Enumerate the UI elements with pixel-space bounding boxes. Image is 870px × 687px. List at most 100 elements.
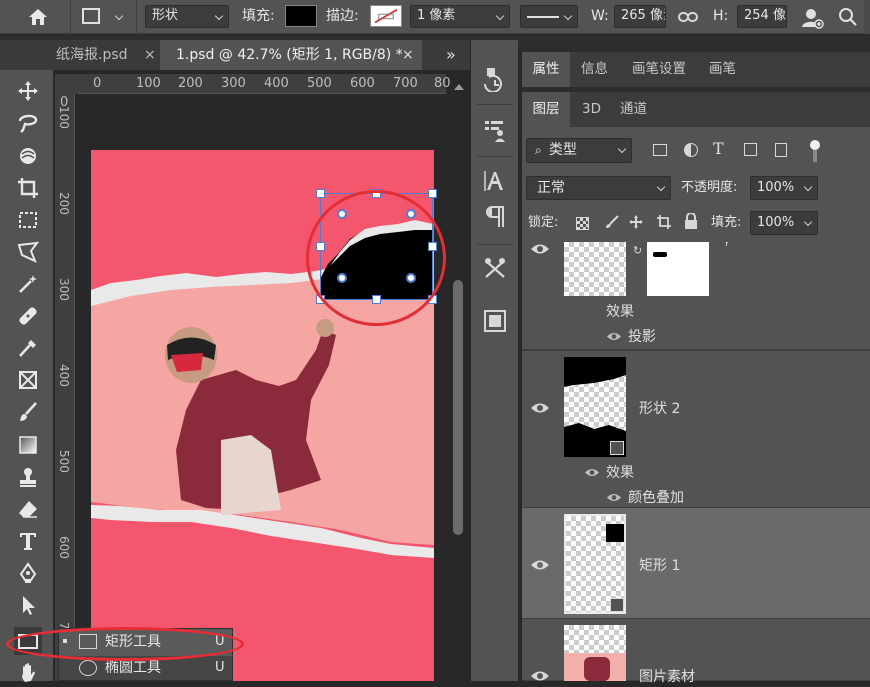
- type-tool-icon[interactable]: [14, 527, 42, 555]
- canvas-scrollbar-thumb[interactable]: [453, 280, 463, 535]
- layer-name[interactable]: 矩形 1: [639, 555, 680, 575]
- flyout-highlight-ellipse: [6, 627, 244, 661]
- properties-panel-tabs: 属性 信息 画笔设置 画笔: [522, 52, 870, 87]
- effect-visibility-eye-icon[interactable]: [606, 331, 622, 342]
- tab-layers[interactable]: 图层: [522, 92, 570, 127]
- layer-thumbnail: [564, 625, 626, 681]
- layer-thumbnail: [564, 242, 626, 296]
- home-icon[interactable]: [26, 5, 52, 29]
- tab-brush-settings[interactable]: 画笔设置: [632, 52, 686, 87]
- tab-channels[interactable]: 通道: [620, 92, 647, 127]
- paragraph-icon[interactable]: [483, 204, 507, 230]
- filter-toggle-icon[interactable]: [810, 140, 820, 150]
- height-label: H:: [713, 8, 729, 24]
- lock-position-icon[interactable]: [628, 214, 644, 230]
- effects-label: 效果: [606, 465, 634, 481]
- link-icon[interactable]: [677, 8, 699, 26]
- gradient-tool-icon[interactable]: [14, 431, 42, 459]
- fill-input[interactable]: 100%: [750, 211, 818, 235]
- lock-transparent-icon[interactable]: [576, 217, 589, 230]
- frame-placeholder-icon[interactable]: [14, 366, 42, 394]
- tab-document-2[interactable]: 1.psd @ 42.7% (矩形 1, RGB/8) * ×: [160, 40, 422, 70]
- tab-info[interactable]: 信息: [581, 52, 608, 87]
- lock-image-brush-icon[interactable]: [604, 214, 620, 230]
- opacity-input[interactable]: 100%: [750, 176, 818, 200]
- effect-color-overlay[interactable]: 颜色叠加: [628, 487, 684, 507]
- filter-type-icon[interactable]: T: [713, 139, 724, 158]
- transform-handle[interactable]: [316, 189, 325, 198]
- layer-name[interactable]: 图片素材: [639, 666, 695, 686]
- clip-link-icon: ↻: [633, 244, 643, 257]
- eraser-tool-icon[interactable]: [14, 495, 42, 523]
- visibility-eye-icon[interactable]: [530, 558, 550, 572]
- effect-visibility-eye-icon[interactable]: [606, 492, 622, 503]
- eyedropper-tool-icon[interactable]: [14, 334, 42, 362]
- vertical-ruler: 0 100 200 300 400 500 600 700: [55, 94, 75, 681]
- shape-layer-badge-icon: [610, 441, 624, 455]
- polygon-frame-icon[interactable]: [14, 238, 42, 266]
- close-icon[interactable]: ×: [402, 40, 414, 70]
- width-input[interactable]: 265 像素: [614, 5, 666, 28]
- path-selection-tool-icon[interactable]: [14, 591, 42, 619]
- object-selection-tool-icon[interactable]: [14, 142, 42, 170]
- effect-drop-shadow[interactable]: 投影: [628, 326, 656, 346]
- stamp-tool-icon[interactable]: [14, 463, 42, 491]
- tool-preset-picker[interactable]: [80, 6, 128, 28]
- tab-properties[interactable]: 属性: [522, 52, 570, 87]
- brush-tool-icon[interactable]: [14, 398, 42, 426]
- ellipse-shape-icon: [79, 660, 97, 676]
- tool-presets-icon[interactable]: [483, 256, 507, 282]
- healing-brush-tool-icon[interactable]: [14, 302, 42, 330]
- move-tool-icon[interactable]: [14, 77, 42, 105]
- layer-filter-select[interactable]: ⌕ 类型: [526, 138, 632, 163]
- lock-artboard-icon[interactable]: [656, 214, 672, 230]
- tab-overflow-icon[interactable]: »: [446, 46, 456, 64]
- hand-tool-icon[interactable]: [14, 659, 42, 687]
- layer-row-shape-2[interactable]: 形状 2 效果 颜色叠加: [522, 350, 870, 508]
- styles-list-icon[interactable]: [483, 118, 507, 144]
- account-icon[interactable]: [800, 5, 824, 29]
- height-input[interactable]: 254 像素: [737, 5, 787, 28]
- fill-swatch[interactable]: [285, 5, 317, 27]
- lock-all-icon[interactable]: [684, 212, 698, 229]
- filter-pixel-icon[interactable]: [653, 144, 667, 156]
- fx-icon: ⸢: [725, 240, 730, 253]
- layer-name[interactable]: 形状 2: [639, 398, 680, 418]
- history-icon[interactable]: [483, 66, 507, 92]
- filter-smart-object-icon[interactable]: [775, 143, 787, 157]
- fill-label: 填充:: [711, 215, 742, 230]
- stroke-swatch[interactable]: [370, 5, 402, 27]
- filter-shape-icon[interactable]: [744, 143, 757, 156]
- layer-row-rectangle-1[interactable]: 矩形 1: [522, 508, 870, 619]
- filter-adjustment-icon[interactable]: [684, 143, 698, 157]
- shape-layer-badge-icon: [610, 598, 624, 612]
- frame-tool-icon[interactable]: [14, 206, 42, 234]
- transform-handle[interactable]: [428, 189, 437, 198]
- visibility-eye-icon[interactable]: [530, 242, 550, 256]
- layer-row-masked[interactable]: ↻ ⸢ 效果 投影: [522, 240, 870, 350]
- tab-3d[interactable]: 3D: [582, 92, 601, 127]
- lasso-tool-icon[interactable]: [14, 109, 42, 137]
- opacity-label: 不透明度:: [681, 180, 738, 195]
- search-icon[interactable]: [837, 6, 859, 28]
- effects-visibility-eye-icon[interactable]: [584, 467, 600, 478]
- options-bar: 形状 填充: 描边: 1 像素 W: 265 像素 H: 254 像素: [0, 0, 870, 34]
- search-icon: ⌕: [535, 143, 542, 157]
- close-icon[interactable]: ×: [144, 40, 156, 70]
- magic-wand-tool-icon[interactable]: [14, 270, 42, 298]
- tab-document-1[interactable]: 纸海报.psd ×: [0, 40, 160, 70]
- tab-brushes[interactable]: 画笔: [709, 52, 736, 87]
- scroll-up-icon[interactable]: [454, 84, 464, 90]
- stroke-width-input[interactable]: 1 像素: [410, 5, 510, 28]
- libraries-icon[interactable]: [483, 308, 507, 334]
- tool-mode-select[interactable]: 形状: [145, 5, 229, 28]
- pen-tool-icon[interactable]: [14, 559, 42, 587]
- document-tab-bar: 纸海报.psd × 1.psd @ 42.7% (矩形 1, RGB/8) * …: [0, 40, 470, 70]
- visibility-eye-icon[interactable]: [530, 401, 550, 415]
- stroke-type-select[interactable]: [520, 5, 578, 28]
- ruler-corner: [55, 74, 78, 94]
- crop-tool-icon[interactable]: [14, 174, 42, 202]
- blend-mode-select[interactable]: 正常: [526, 176, 671, 200]
- character-icon[interactable]: [483, 168, 507, 194]
- layer-row-image[interactable]: 图片素材: [522, 619, 870, 685]
